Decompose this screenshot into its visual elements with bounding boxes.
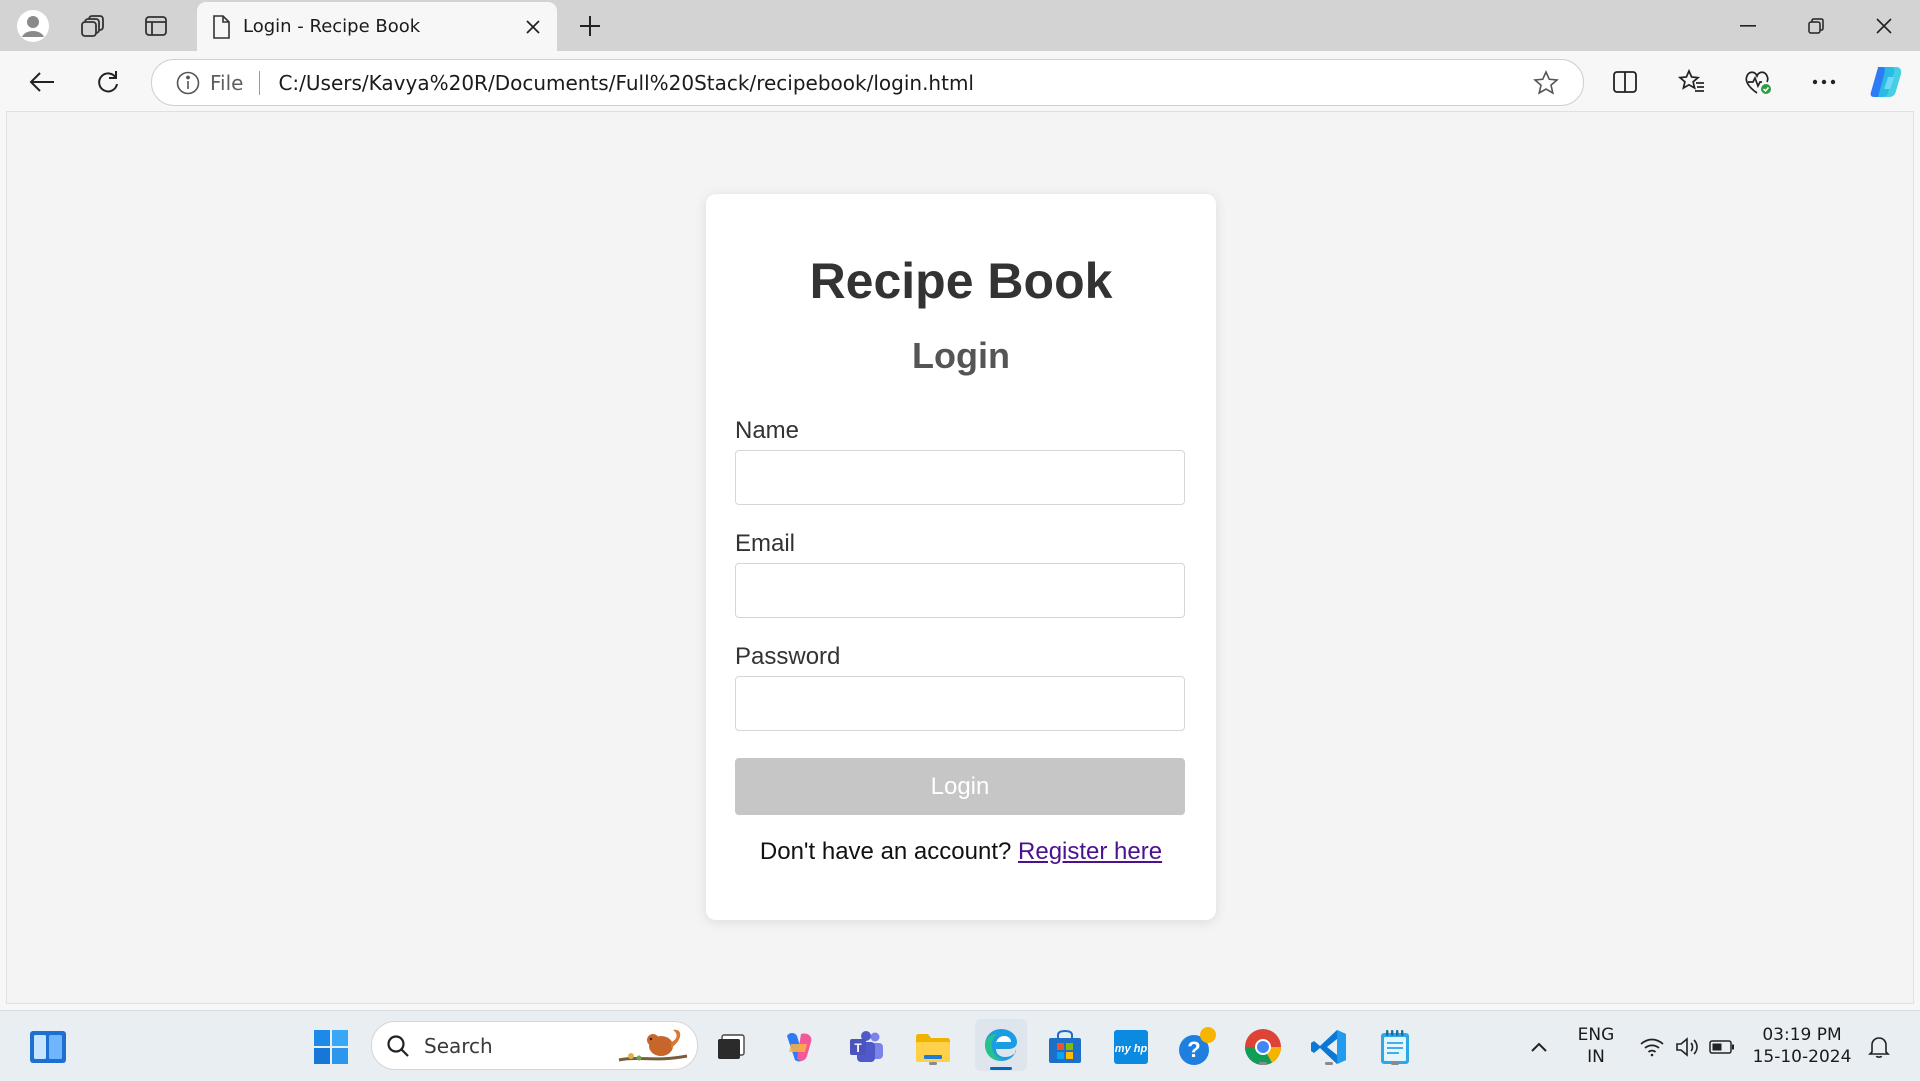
language-region: IN [1587,1047,1605,1067]
address-scheme-label: File [210,70,244,95]
login-button[interactable]: Login [735,758,1185,815]
show-hidden-icons-chevron-icon[interactable] [1517,1025,1561,1069]
close-window-icon[interactable] [1850,0,1918,51]
running-indicator [1391,1062,1399,1065]
widgets-icon[interactable] [26,1025,70,1069]
url-text[interactable]: C:/Users/Kavya%20R/Documents/Full%20Stac… [278,71,1533,95]
get-help-icon[interactable]: ? [1175,1025,1219,1069]
split-screen-icon[interactable] [1605,62,1645,102]
svg-text:my hp: my hp [1115,1043,1148,1055]
microsoft-store-icon[interactable] [1043,1025,1087,1069]
browser-tab-strip: Login - Recipe Book [0,0,1920,51]
file-explorer-icon[interactable] [911,1025,955,1069]
profile-avatar-icon[interactable] [13,6,52,45]
browser-toolbar: File C:/Users/Kavya%20R/Documents/Full%2… [0,51,1920,111]
running-indicator [1325,1062,1333,1065]
tab-title: Login - Recipe Book [243,16,421,37]
active-app-indicator [990,1067,1012,1070]
register-prompt-row: Don't have an account? Register here [706,838,1216,866]
search-highlight-squirrel-icon [617,1026,689,1066]
clock-time: 03:19 PM [1762,1025,1842,1045]
clock-date: 15-10-2024 [1752,1047,1852,1067]
notifications-bell-icon[interactable] [1859,1025,1899,1069]
favorites-icon[interactable] [1672,62,1712,102]
input-language-indicator[interactable]: ENG IN [1566,1024,1626,1068]
language-code: ENG [1577,1025,1615,1045]
close-tab-icon[interactable] [525,19,541,35]
tab-login-recipe-book[interactable]: Login - Recipe Book [197,2,557,51]
running-indicator [1259,1062,1267,1065]
app-title: Recipe Book [809,253,1113,309]
copilot-icon[interactable] [1866,62,1906,102]
password-label: Password [735,643,841,670]
svg-text:T: T [854,1041,862,1055]
register-link[interactable]: Register here [1018,838,1162,865]
site-info-icon[interactable] [176,71,200,95]
password-input[interactable] [735,676,1185,731]
copilot-app-icon[interactable] [777,1025,821,1069]
clock[interactable]: 03:19 PM 15-10-2024 [1752,1024,1852,1068]
search-label: Search [424,1033,493,1058]
more-options-icon[interactable] [1804,62,1844,102]
svg-text:?: ? [1187,1037,1200,1062]
form-title: Login [912,335,1010,376]
vscode-icon[interactable] [1307,1025,1351,1069]
browser-essentials-icon[interactable] [1738,62,1778,102]
back-arrow-icon[interactable] [22,62,62,102]
task-view-icon[interactable] [709,1025,753,1069]
notepad-icon[interactable] [1373,1025,1417,1069]
wifi-icon [1639,1037,1665,1057]
tab-actions-icon[interactable] [136,6,175,45]
edge-browser-icon[interactable] [975,1019,1027,1071]
page-viewport: Recipe Book Login Name Email Password Lo… [6,111,1914,1004]
chrome-icon[interactable] [1241,1025,1285,1069]
windows-taskbar: Search T my hp ? ENG IN 03:19 PM 15-10-2… [0,1010,1920,1081]
favorite-star-icon[interactable] [1533,69,1559,96]
start-windows-icon[interactable] [309,1025,353,1069]
workspaces-icon[interactable] [73,6,112,45]
register-prompt-text: Don't have an account? [759,838,1012,865]
running-indicator [929,1062,937,1065]
name-input[interactable] [735,450,1185,505]
taskbar-search[interactable]: Search [371,1021,698,1070]
email-label: Email [735,530,796,557]
page-document-icon [211,14,231,39]
teams-icon[interactable]: T [845,1025,889,1069]
address-separator [259,70,261,95]
search-icon [386,1034,410,1058]
quick-settings-tray[interactable] [1631,1025,1743,1069]
battery-icon [1709,1040,1735,1054]
myhp-icon[interactable]: my hp [1109,1025,1153,1069]
new-tab-icon[interactable] [570,6,609,45]
login-card: Recipe Book Login Name Email Password Lo… [706,194,1216,920]
restore-window-icon[interactable] [1782,0,1850,51]
email-input[interactable] [735,563,1185,618]
refresh-icon[interactable] [88,62,128,102]
name-label: Name [735,417,800,444]
address-bar[interactable]: File C:/Users/Kavya%20R/Documents/Full%2… [151,59,1584,106]
volume-icon [1675,1037,1699,1057]
minimize-window-icon[interactable] [1714,0,1782,51]
